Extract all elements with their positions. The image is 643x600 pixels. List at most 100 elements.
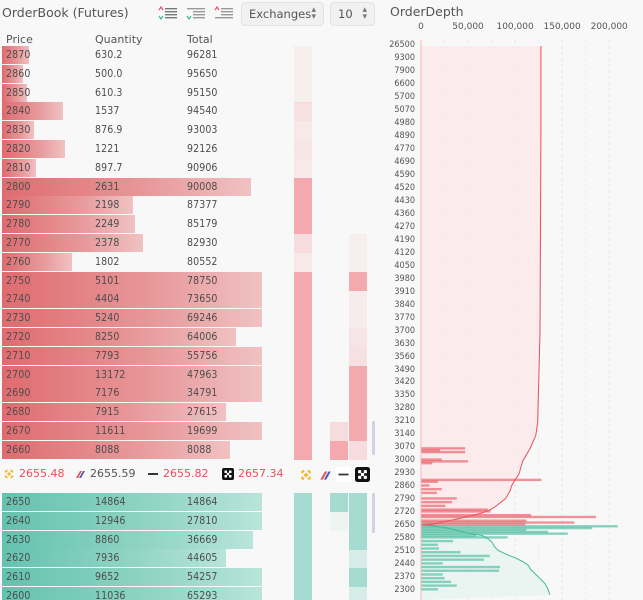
ask-row[interactable]: 2840 1537 94540 bbox=[2, 102, 382, 122]
ask-quantity: 1537 bbox=[95, 105, 120, 118]
ask-total: 34791 bbox=[187, 387, 218, 400]
ask-row[interactable]: 2720 8250 64006 bbox=[2, 328, 382, 347]
ask-quantity: 876.9 bbox=[95, 124, 123, 137]
ask-row[interactable]: 2830 876.9 93003 bbox=[2, 121, 382, 141]
bid-scrollbar[interactable] bbox=[372, 493, 375, 533]
bid-row[interactable]: 2650 14864 14864 bbox=[2, 493, 382, 512]
bybit-column-icon bbox=[336, 467, 351, 482]
ask-total: 47963 bbox=[187, 368, 218, 381]
ask-volume-bar bbox=[2, 290, 263, 309]
ask-row[interactable]: 2790 2198 87377 bbox=[2, 196, 382, 216]
bid-price: 2610 bbox=[6, 571, 31, 584]
exchange-heat-cell bbox=[349, 234, 367, 253]
ask-quantity: 1802 bbox=[95, 255, 120, 268]
ask-total: 87377 bbox=[187, 199, 218, 212]
ask-total: 55756 bbox=[187, 349, 218, 362]
ask-total: 93003 bbox=[187, 124, 218, 137]
exchange-heat-cell bbox=[294, 252, 312, 272]
exchange-heat-cell bbox=[294, 102, 312, 122]
ask-row[interactable]: 2850 610.3 95150 bbox=[2, 83, 382, 103]
ask-quantity: 7793 bbox=[95, 349, 120, 362]
ask-price: 2680 bbox=[6, 406, 31, 419]
exchange-price-strip: 2655.48 2655.59 2655.82 2657.34 bbox=[0, 463, 385, 485]
bid-row[interactable]: 2630 8860 36669 bbox=[2, 530, 382, 550]
ask-scrollbar[interactable] bbox=[372, 421, 375, 455]
orderbook-bids-icon[interactable] bbox=[186, 6, 206, 20]
orderbook-both-icon[interactable] bbox=[158, 6, 178, 20]
ask-total: 92126 bbox=[187, 143, 218, 155]
ask-row[interactable]: 2870 630.2 96281 bbox=[2, 46, 382, 65]
exchange-heat-cell bbox=[294, 290, 312, 310]
exchange-heat-cell bbox=[294, 309, 312, 329]
depth-count-select[interactable]: 10 ▴ ▾ bbox=[330, 2, 375, 26]
exchange-heat-cell bbox=[294, 384, 312, 404]
ask-row[interactable]: 2750 5101 78750 bbox=[2, 271, 382, 291]
bid-price: 2640 bbox=[6, 514, 31, 527]
ask-row[interactable]: 2770 2378 82930 bbox=[2, 234, 382, 253]
exchange-heat-cell bbox=[294, 511, 312, 531]
ask-row[interactable]: 2780 2249 85179 bbox=[2, 215, 382, 235]
ask-row[interactable]: 2690 7176 34791 bbox=[2, 384, 382, 404]
orderbook-asks-icon[interactable] bbox=[214, 6, 234, 20]
ask-volume-bar bbox=[2, 271, 263, 290]
ask-price: 2820 bbox=[6, 143, 31, 155]
ask-price: 2780 bbox=[6, 218, 31, 231]
exchange-heat-cell bbox=[294, 403, 312, 423]
ask-row[interactable]: 2670 11611 19699 bbox=[2, 422, 382, 441]
ask-price: 2750 bbox=[6, 274, 31, 287]
ask-row[interactable]: 2660 8088 8088 bbox=[2, 440, 382, 460]
asks-level-bar bbox=[421, 462, 433, 465]
exchange-heat-cell bbox=[349, 271, 367, 291]
ask-row[interactable]: 2760 1802 80552 bbox=[2, 252, 382, 272]
ask-row[interactable]: 2800 2631 90008 bbox=[2, 177, 382, 197]
ask-row[interactable]: 2680 7915 27615 bbox=[2, 403, 382, 423]
bids-level-bar bbox=[421, 584, 457, 587]
ask-quantity: 7915 bbox=[95, 406, 120, 419]
bid-volume-bar bbox=[2, 587, 263, 600]
ask-quantity: 2249 bbox=[95, 218, 120, 231]
ask-volume-bar bbox=[2, 309, 263, 328]
bid-quantity: 9652 bbox=[95, 571, 120, 584]
bid-row[interactable]: 2640 12946 27810 bbox=[2, 511, 382, 531]
ask-row[interactable]: 2820 1221 92126 bbox=[2, 140, 382, 159]
exchange-heat-cell bbox=[294, 64, 312, 84]
asks-level-bar bbox=[421, 484, 430, 487]
ask-volume-bar bbox=[2, 365, 263, 384]
bids-level-bar bbox=[421, 551, 461, 554]
ask-row[interactable]: 2810 897.7 90906 bbox=[2, 158, 382, 178]
ask-row[interactable]: 2730 5240 69246 bbox=[2, 309, 382, 329]
bid-row[interactable]: 2620 7936 44605 bbox=[2, 549, 382, 569]
exchanges-select-value: Exchanges bbox=[249, 7, 312, 21]
ask-price: 2840 bbox=[6, 105, 31, 118]
select-caret-icon: ▴ ▾ bbox=[362, 5, 367, 22]
bid-price: 2600 bbox=[6, 590, 31, 600]
exchange-heat-cell bbox=[349, 549, 367, 569]
exchange-heat-cell bbox=[294, 271, 312, 291]
exchange-heat-cell bbox=[294, 234, 312, 253]
ask-row[interactable]: 2710 7793 55756 bbox=[2, 346, 382, 366]
binance-column-icon bbox=[300, 469, 312, 481]
bybit-price: 2655.82 bbox=[163, 467, 209, 480]
exchanges-select[interactable]: Exchanges ▴ ▾ bbox=[241, 2, 324, 26]
ask-quantity: 13172 bbox=[95, 368, 126, 381]
ask-price: 2710 bbox=[6, 349, 31, 362]
bid-total: 54257 bbox=[187, 571, 218, 584]
exchange-heat-cell bbox=[294, 549, 312, 569]
ask-row[interactable]: 2700 13172 47963 bbox=[2, 365, 382, 385]
exchange-heat-cell bbox=[349, 290, 367, 310]
bitmex-logo-icon bbox=[76, 470, 85, 478]
exchange-heat-cell bbox=[349, 403, 367, 423]
ask-row[interactable]: 2860 500.0 95650 bbox=[2, 64, 382, 84]
bid-row[interactable]: 2600 11036 65293 bbox=[2, 587, 382, 600]
ask-price: 2870 bbox=[6, 49, 31, 61]
bids-level-bar bbox=[421, 554, 490, 558]
bids-level-bar bbox=[421, 569, 500, 572]
exchange-heat-cell bbox=[349, 440, 367, 460]
ask-quantity: 8088 bbox=[95, 443, 120, 456]
ask-total: 94540 bbox=[187, 105, 218, 118]
bid-row[interactable]: 2610 9652 54257 bbox=[2, 568, 382, 588]
bitmex-column-icon bbox=[320, 471, 331, 480]
depth-count-value: 10 bbox=[338, 7, 353, 21]
ask-row[interactable]: 2740 4404 73650 bbox=[2, 290, 382, 310]
ask-price: 2800 bbox=[6, 180, 31, 193]
